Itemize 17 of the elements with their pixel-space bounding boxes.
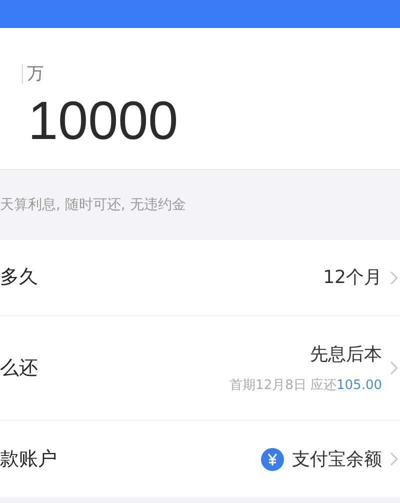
row-value: 12个月 <box>323 266 382 290</box>
list-row[interactable]: 多久 12个月 <box>0 240 400 316</box>
chevron-icon <box>390 452 398 466</box>
hint-text: 天算利息, 随时可还, 无违约金 <box>0 196 186 214</box>
repayment-note: 首期12月8日 应还105.00 <box>230 376 382 395</box>
chevron-icon <box>390 361 398 375</box>
amount-value[interactable]: 10000 <box>28 94 400 148</box>
row-value: 支付宝余额 <box>292 448 382 472</box>
unit-label: 万 <box>27 66 44 82</box>
row-label: 么还 <box>0 356 38 381</box>
list-row[interactable]: 么还 先息后本 首期12月8日 应还105.00 <box>0 316 400 421</box>
chevron-icon <box>390 270 398 284</box>
list-row[interactable]: 款账户 支付宝余额 <box>0 421 400 497</box>
row-label: 款账户 <box>0 446 57 472</box>
row-value: 先息后本 <box>310 342 382 367</box>
row-label: 多久 <box>0 265 38 290</box>
yuan-coin-icon <box>261 448 284 470</box>
